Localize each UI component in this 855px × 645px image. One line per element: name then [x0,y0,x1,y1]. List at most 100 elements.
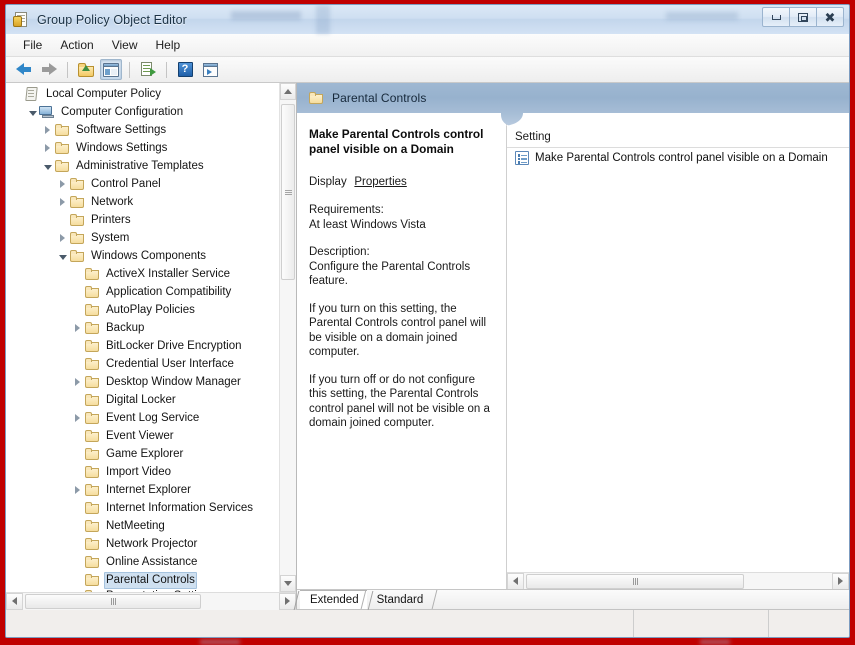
tree-expander-collapsed[interactable] [71,414,84,422]
toolbar-separator-3 [166,61,167,78]
tree-item-system[interactable]: System [6,229,279,247]
menu-action[interactable]: Action [51,35,102,55]
tree-item-printers[interactable]: Printers [6,211,279,229]
collapse-arrow-icon[interactable] [28,110,37,116]
setting-row[interactable]: Make Parental Controls control panel vis… [507,148,849,168]
tree-item-autoplay-policies[interactable]: AutoPlay Policies [6,301,279,319]
expand-arrow-icon[interactable] [75,414,80,422]
tree-item-backup[interactable]: Backup [6,319,279,337]
requirements-label: Requirements: [309,204,384,216]
tree-item-application-compatibility[interactable]: Application Compatibility [6,283,279,301]
tree-item-internet-information-services[interactable]: Internet Information Services [6,499,279,517]
expand-arrow-icon[interactable] [45,126,50,134]
collapse-arrow-icon[interactable] [58,254,67,260]
tree-item-game-explorer[interactable]: Game Explorer [6,445,279,463]
settings-column-header[interactable]: Setting [507,127,849,148]
tree-item-software-settings[interactable]: Software Settings [6,121,279,139]
folder-icon [84,573,100,587]
tree-vscroll-track[interactable] [280,100,296,575]
tree-vertical-scrollbar[interactable] [279,83,296,592]
tree-scroll-left-button[interactable] [6,592,23,610]
tree-item-label: Internet Explorer [106,483,192,496]
expand-arrow-icon[interactable] [60,198,65,206]
tree-item-event-viewer[interactable]: Event Viewer [6,427,279,445]
tree-hscroll-track[interactable] [23,592,279,610]
minimize-icon [771,14,781,20]
tree-horizontal-scrollbar[interactable] [6,592,296,610]
minimize-button[interactable] [762,7,790,27]
expand-arrow-icon[interactable] [60,234,65,242]
tree-item-parental-controls[interactable]: Parental Controls [6,571,279,589]
tree-item-label: Desktop Window Manager [106,375,241,388]
tree-item-network[interactable]: Network [6,193,279,211]
tree-item-windows-settings[interactable]: Windows Settings [6,139,279,157]
settings-hscroll-track[interactable] [524,572,832,590]
tab-extended[interactable]: Extended [293,590,373,610]
tree-expander-expanded[interactable] [41,163,54,170]
collapse-arrow-icon[interactable] [43,164,52,170]
expand-arrow-icon[interactable] [75,486,80,494]
tree-item-desktop-window-manager[interactable]: Desktop Window Manager [6,373,279,391]
up-one-level-button[interactable] [75,59,97,80]
tree-expander-expanded[interactable] [56,253,69,260]
tree-item-administrative-templates[interactable]: Administrative Templates [6,157,279,175]
folder-icon [84,465,100,479]
titlebar-artifact-1 [231,11,301,20]
settings-horizontal-scrollbar[interactable] [507,572,849,590]
tree-item-bitlocker-drive-encryption[interactable]: BitLocker Drive Encryption [6,337,279,355]
expand-arrow-icon[interactable] [75,378,80,386]
properties-link[interactable]: Properties [354,176,406,188]
tree-expander-expanded[interactable] [26,109,39,116]
tree-hscroll-thumb[interactable] [25,593,201,609]
tree-item-label: Printers [91,213,131,226]
tree-item-digital-locker[interactable]: Digital Locker [6,391,279,409]
tree-expander-collapsed[interactable] [56,234,69,242]
tree-item-netmeeting[interactable]: NetMeeting [6,517,279,535]
tree-item-activex-installer-service[interactable]: ActiveX Installer Service [6,265,279,283]
tree-item-import-video[interactable]: Import Video [6,463,279,481]
settings-scroll-right-button[interactable] [832,572,849,590]
policy-icon [24,87,40,101]
tree-item-online-assistance[interactable]: Online Assistance [6,553,279,571]
tree-item-local-computer-policy[interactable]: Local Computer Policy [6,85,279,103]
tree-scroll-down-button[interactable] [280,575,296,592]
maximize-button[interactable] [789,7,817,27]
tree-item-windows-components[interactable]: Windows Components [6,247,279,265]
tree-expander-collapsed[interactable] [71,324,84,332]
menu-help[interactable]: Help [147,35,190,55]
tree-item-computer-configuration[interactable]: Computer Configuration [6,103,279,121]
tree-expander-collapsed[interactable] [41,144,54,152]
forward-button[interactable] [38,59,60,80]
tree-item-internet-explorer[interactable]: Internet Explorer [6,481,279,499]
help-button[interactable]: ? [174,59,196,80]
folder-icon [69,249,85,263]
show-console-tree-button[interactable] [100,59,122,80]
tree-expander-collapsed[interactable] [56,198,69,206]
tree-expander-collapsed[interactable] [56,180,69,188]
tree-item-event-log-service[interactable]: Event Log Service [6,409,279,427]
export-list-button[interactable] [137,59,159,80]
tree-expander-collapsed[interactable] [41,126,54,134]
tree-item-credential-user-interface[interactable]: Credential User Interface [6,355,279,373]
tree-item-network-projector[interactable]: Network Projector [6,535,279,553]
extended-description-panel: Make Parental Controls control panel vis… [297,113,506,589]
tab-standard[interactable]: Standard [360,590,438,609]
menu-file[interactable]: File [14,35,51,55]
tree-expander-collapsed[interactable] [71,486,84,494]
settings-scroll-left-button[interactable] [507,572,524,590]
expand-arrow-icon[interactable] [45,144,50,152]
tree-item-label: Administrative Templates [76,159,204,172]
settings-hscroll-thumb[interactable] [526,573,744,589]
tree-expander-collapsed[interactable] [71,378,84,386]
expand-arrow-icon[interactable] [60,180,65,188]
tree-item-control-panel[interactable]: Control Panel [6,175,279,193]
tree-scroll-up-button[interactable] [280,83,296,100]
show-action-pane-button[interactable] [199,59,221,80]
close-button[interactable]: ✖ [816,7,844,27]
back-button[interactable] [13,59,35,80]
menu-view[interactable]: View [103,35,147,55]
title-bar[interactable]: Group Policy Object Editor ✖ [6,5,849,34]
help-icon: ? [177,62,193,77]
tree-vscroll-thumb[interactable] [281,104,295,280]
expand-arrow-icon[interactable] [75,324,80,332]
